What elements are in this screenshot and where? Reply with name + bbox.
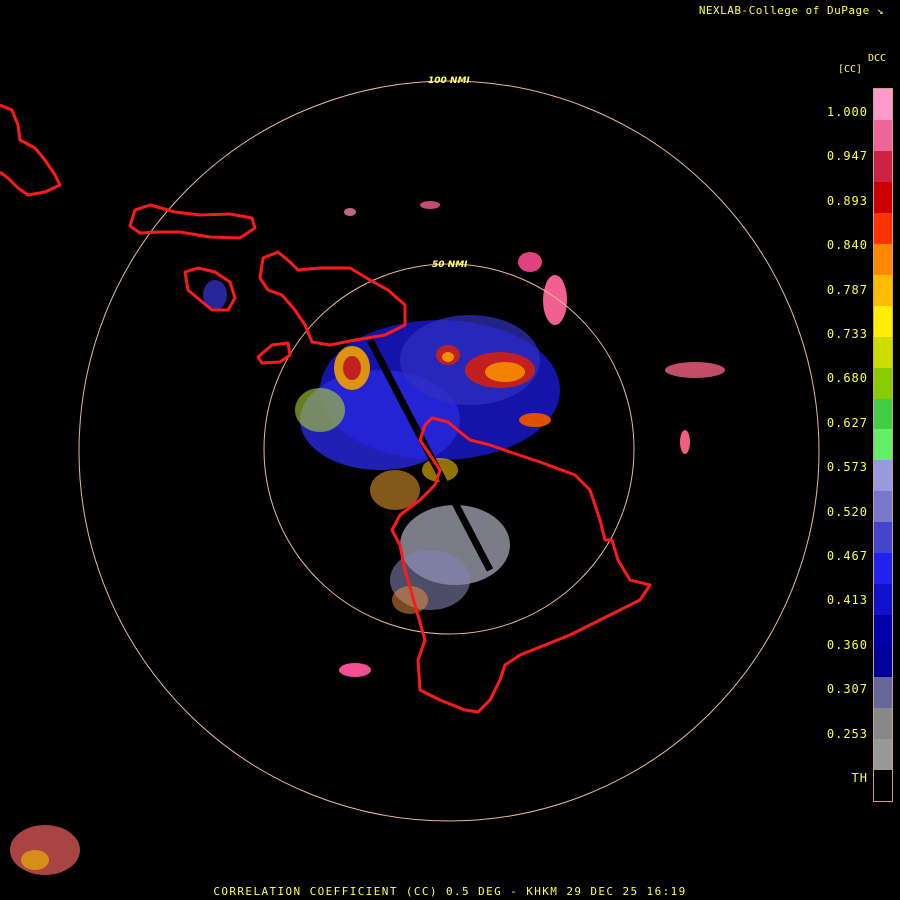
legend-color-segment — [874, 646, 892, 678]
ring-label-50nmi: 50 NMI — [432, 260, 468, 270]
legend-color-segment — [874, 212, 892, 244]
color-legend-bar — [873, 88, 893, 802]
legend-tick-label: 0.307 — [826, 682, 868, 697]
legend-color-segment — [874, 336, 892, 368]
legend-color-segment — [874, 553, 892, 585]
legend-tick-label: 0.680 — [826, 371, 868, 386]
legend-color-segment — [874, 89, 892, 120]
legend-tick-label: 0.840 — [826, 238, 868, 253]
legend-ticks: 1.000 0.947 0.893 0.840 0.787 0.733 0.680 0.627… — [800, 0, 870, 900]
legend-color-segment — [874, 491, 892, 523]
legend-tick-label: 0.360 — [826, 637, 868, 652]
legend-color-segment — [874, 769, 892, 801]
legend-tick-label: 0.627 — [826, 415, 868, 430]
legend-color-segment — [874, 708, 892, 740]
legend-tick-label: 0.947 — [826, 149, 868, 164]
legend-product-code: DCC — [868, 53, 887, 64]
legend-tick-label: 0.467 — [826, 549, 868, 563]
legend-color-segment — [874, 243, 892, 275]
legend-tick-label: 0.573 — [826, 460, 868, 475]
legend-color-segment — [874, 274, 892, 306]
legend-tick-label: 0.733 — [826, 327, 868, 341]
legend-color-segment — [874, 181, 892, 213]
ring-label-100nmi: 100 NMI — [428, 76, 470, 86]
legend-color-segment — [874, 305, 892, 337]
legend-tick-label: 0.520 — [826, 504, 868, 519]
legend-color-segment — [874, 429, 892, 461]
legend-tick-label: 0.253 — [826, 726, 868, 741]
legend-tick-label: 1.000 — [826, 105, 868, 119]
legend-tick-label: 0.413 — [826, 593, 868, 608]
legend-color-segment — [874, 584, 892, 616]
legend-color-segment — [874, 739, 892, 770]
legend-tick-label: TH — [851, 771, 868, 785]
legend-color-segment — [874, 150, 892, 182]
legend-color-segment — [874, 522, 892, 554]
legend-tick-label: 0.787 — [826, 282, 868, 297]
legend-color-segment — [874, 460, 892, 492]
legend-color-segment — [874, 615, 892, 647]
radar-display: 100 NMI 50 NMI — [0, 0, 900, 900]
legend-color-segment — [874, 677, 892, 709]
legend-color-segment — [874, 119, 892, 151]
legend-tick-label: 0.893 — [826, 193, 868, 208]
legend-color-segment — [874, 398, 892, 430]
product-footer: CORRELATION COEFFICIENT (CC) 0.5 DEG - K… — [213, 885, 687, 898]
legend-color-segment — [874, 367, 892, 399]
